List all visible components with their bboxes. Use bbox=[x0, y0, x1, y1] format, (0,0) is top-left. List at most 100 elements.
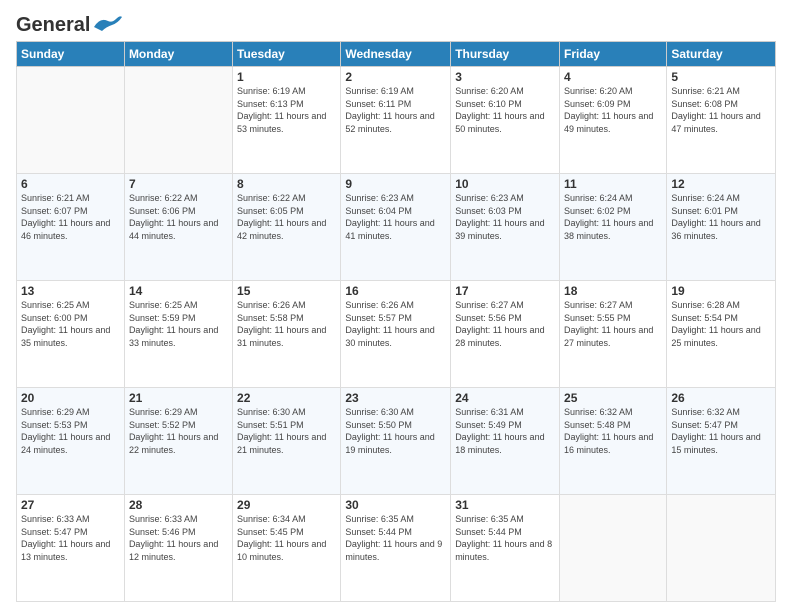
calendar-cell: 13Sunrise: 6:25 AMSunset: 6:00 PMDayligh… bbox=[17, 281, 125, 388]
day-info: Sunrise: 6:32 AMSunset: 5:48 PMDaylight:… bbox=[564, 406, 662, 456]
day-info: Sunrise: 6:21 AMSunset: 6:08 PMDaylight:… bbox=[671, 85, 771, 135]
calendar-cell: 20Sunrise: 6:29 AMSunset: 5:53 PMDayligh… bbox=[17, 388, 125, 495]
day-number: 14 bbox=[129, 284, 228, 298]
calendar-header-friday: Friday bbox=[560, 42, 667, 67]
calendar-cell: 7Sunrise: 6:22 AMSunset: 6:06 PMDaylight… bbox=[124, 174, 232, 281]
day-number: 29 bbox=[237, 498, 336, 512]
day-number: 24 bbox=[455, 391, 555, 405]
calendar-header-sunday: Sunday bbox=[17, 42, 125, 67]
calendar-cell: 17Sunrise: 6:27 AMSunset: 5:56 PMDayligh… bbox=[451, 281, 560, 388]
day-info: Sunrise: 6:23 AMSunset: 6:04 PMDaylight:… bbox=[345, 192, 446, 242]
calendar-cell: 26Sunrise: 6:32 AMSunset: 5:47 PMDayligh… bbox=[667, 388, 776, 495]
day-number: 1 bbox=[237, 70, 336, 84]
day-info: Sunrise: 6:29 AMSunset: 5:52 PMDaylight:… bbox=[129, 406, 228, 456]
day-info: Sunrise: 6:19 AMSunset: 6:11 PMDaylight:… bbox=[345, 85, 446, 135]
day-info: Sunrise: 6:20 AMSunset: 6:09 PMDaylight:… bbox=[564, 85, 662, 135]
calendar-week-row: 1Sunrise: 6:19 AMSunset: 6:13 PMDaylight… bbox=[17, 67, 776, 174]
day-number: 23 bbox=[345, 391, 446, 405]
calendar-week-row: 27Sunrise: 6:33 AMSunset: 5:47 PMDayligh… bbox=[17, 495, 776, 602]
calendar-cell bbox=[560, 495, 667, 602]
calendar-cell bbox=[124, 67, 232, 174]
day-info: Sunrise: 6:35 AMSunset: 5:44 PMDaylight:… bbox=[455, 513, 555, 563]
day-number: 26 bbox=[671, 391, 771, 405]
logo: General bbox=[16, 14, 122, 33]
calendar-header-wednesday: Wednesday bbox=[341, 42, 451, 67]
day-number: 13 bbox=[21, 284, 120, 298]
day-info: Sunrise: 6:23 AMSunset: 6:03 PMDaylight:… bbox=[455, 192, 555, 242]
day-info: Sunrise: 6:30 AMSunset: 5:50 PMDaylight:… bbox=[345, 406, 446, 456]
calendar-cell: 24Sunrise: 6:31 AMSunset: 5:49 PMDayligh… bbox=[451, 388, 560, 495]
calendar-cell: 2Sunrise: 6:19 AMSunset: 6:11 PMDaylight… bbox=[341, 67, 451, 174]
calendar-cell: 19Sunrise: 6:28 AMSunset: 5:54 PMDayligh… bbox=[667, 281, 776, 388]
day-number: 16 bbox=[345, 284, 446, 298]
day-number: 4 bbox=[564, 70, 662, 84]
calendar-header-monday: Monday bbox=[124, 42, 232, 67]
page: General SundayMondayTuesdayWednesdayThur… bbox=[0, 0, 792, 612]
calendar-header-tuesday: Tuesday bbox=[233, 42, 341, 67]
calendar-cell: 18Sunrise: 6:27 AMSunset: 5:55 PMDayligh… bbox=[560, 281, 667, 388]
header: General bbox=[16, 10, 776, 33]
day-number: 11 bbox=[564, 177, 662, 191]
calendar-table: SundayMondayTuesdayWednesdayThursdayFrid… bbox=[16, 41, 776, 602]
calendar-cell: 31Sunrise: 6:35 AMSunset: 5:44 PMDayligh… bbox=[451, 495, 560, 602]
day-number: 12 bbox=[671, 177, 771, 191]
day-number: 22 bbox=[237, 391, 336, 405]
day-number: 10 bbox=[455, 177, 555, 191]
calendar-header-saturday: Saturday bbox=[667, 42, 776, 67]
day-info: Sunrise: 6:30 AMSunset: 5:51 PMDaylight:… bbox=[237, 406, 336, 456]
calendar-cell: 14Sunrise: 6:25 AMSunset: 5:59 PMDayligh… bbox=[124, 281, 232, 388]
calendar-cell: 9Sunrise: 6:23 AMSunset: 6:04 PMDaylight… bbox=[341, 174, 451, 281]
day-number: 8 bbox=[237, 177, 336, 191]
calendar-cell: 10Sunrise: 6:23 AMSunset: 6:03 PMDayligh… bbox=[451, 174, 560, 281]
calendar-cell: 4Sunrise: 6:20 AMSunset: 6:09 PMDaylight… bbox=[560, 67, 667, 174]
calendar-cell: 28Sunrise: 6:33 AMSunset: 5:46 PMDayligh… bbox=[124, 495, 232, 602]
day-info: Sunrise: 6:33 AMSunset: 5:47 PMDaylight:… bbox=[21, 513, 120, 563]
day-number: 20 bbox=[21, 391, 120, 405]
calendar-cell: 5Sunrise: 6:21 AMSunset: 6:08 PMDaylight… bbox=[667, 67, 776, 174]
calendar-cell: 6Sunrise: 6:21 AMSunset: 6:07 PMDaylight… bbox=[17, 174, 125, 281]
calendar-cell: 15Sunrise: 6:26 AMSunset: 5:58 PMDayligh… bbox=[233, 281, 341, 388]
day-info: Sunrise: 6:24 AMSunset: 6:01 PMDaylight:… bbox=[671, 192, 771, 242]
day-number: 19 bbox=[671, 284, 771, 298]
day-number: 3 bbox=[455, 70, 555, 84]
calendar-cell: 25Sunrise: 6:32 AMSunset: 5:48 PMDayligh… bbox=[560, 388, 667, 495]
day-info: Sunrise: 6:22 AMSunset: 6:05 PMDaylight:… bbox=[237, 192, 336, 242]
day-info: Sunrise: 6:22 AMSunset: 6:06 PMDaylight:… bbox=[129, 192, 228, 242]
day-number: 9 bbox=[345, 177, 446, 191]
day-info: Sunrise: 6:25 AMSunset: 5:59 PMDaylight:… bbox=[129, 299, 228, 349]
day-info: Sunrise: 6:26 AMSunset: 5:58 PMDaylight:… bbox=[237, 299, 336, 349]
calendar-cell: 16Sunrise: 6:26 AMSunset: 5:57 PMDayligh… bbox=[341, 281, 451, 388]
logo-text: General bbox=[16, 14, 90, 37]
day-info: Sunrise: 6:33 AMSunset: 5:46 PMDaylight:… bbox=[129, 513, 228, 563]
calendar-cell: 12Sunrise: 6:24 AMSunset: 6:01 PMDayligh… bbox=[667, 174, 776, 281]
calendar-week-row: 13Sunrise: 6:25 AMSunset: 6:00 PMDayligh… bbox=[17, 281, 776, 388]
calendar-cell: 3Sunrise: 6:20 AMSunset: 6:10 PMDaylight… bbox=[451, 67, 560, 174]
calendar-header-thursday: Thursday bbox=[451, 42, 560, 67]
day-info: Sunrise: 6:28 AMSunset: 5:54 PMDaylight:… bbox=[671, 299, 771, 349]
calendar-week-row: 6Sunrise: 6:21 AMSunset: 6:07 PMDaylight… bbox=[17, 174, 776, 281]
calendar-cell: 27Sunrise: 6:33 AMSunset: 5:47 PMDayligh… bbox=[17, 495, 125, 602]
day-info: Sunrise: 6:32 AMSunset: 5:47 PMDaylight:… bbox=[671, 406, 771, 456]
day-info: Sunrise: 6:19 AMSunset: 6:13 PMDaylight:… bbox=[237, 85, 336, 135]
day-info: Sunrise: 6:34 AMSunset: 5:45 PMDaylight:… bbox=[237, 513, 336, 563]
calendar-cell bbox=[17, 67, 125, 174]
day-info: Sunrise: 6:21 AMSunset: 6:07 PMDaylight:… bbox=[21, 192, 120, 242]
calendar-cell: 8Sunrise: 6:22 AMSunset: 6:05 PMDaylight… bbox=[233, 174, 341, 281]
day-number: 31 bbox=[455, 498, 555, 512]
day-number: 15 bbox=[237, 284, 336, 298]
day-number: 7 bbox=[129, 177, 228, 191]
day-info: Sunrise: 6:29 AMSunset: 5:53 PMDaylight:… bbox=[21, 406, 120, 456]
day-number: 21 bbox=[129, 391, 228, 405]
calendar-cell: 23Sunrise: 6:30 AMSunset: 5:50 PMDayligh… bbox=[341, 388, 451, 495]
day-info: Sunrise: 6:26 AMSunset: 5:57 PMDaylight:… bbox=[345, 299, 446, 349]
day-number: 17 bbox=[455, 284, 555, 298]
calendar-header-row: SundayMondayTuesdayWednesdayThursdayFrid… bbox=[17, 42, 776, 67]
day-info: Sunrise: 6:35 AMSunset: 5:44 PMDaylight:… bbox=[345, 513, 446, 563]
day-info: Sunrise: 6:20 AMSunset: 6:10 PMDaylight:… bbox=[455, 85, 555, 135]
day-number: 6 bbox=[21, 177, 120, 191]
calendar-week-row: 20Sunrise: 6:29 AMSunset: 5:53 PMDayligh… bbox=[17, 388, 776, 495]
calendar-cell: 30Sunrise: 6:35 AMSunset: 5:44 PMDayligh… bbox=[341, 495, 451, 602]
calendar-cell bbox=[667, 495, 776, 602]
logo-bird-icon bbox=[92, 15, 122, 33]
day-number: 30 bbox=[345, 498, 446, 512]
